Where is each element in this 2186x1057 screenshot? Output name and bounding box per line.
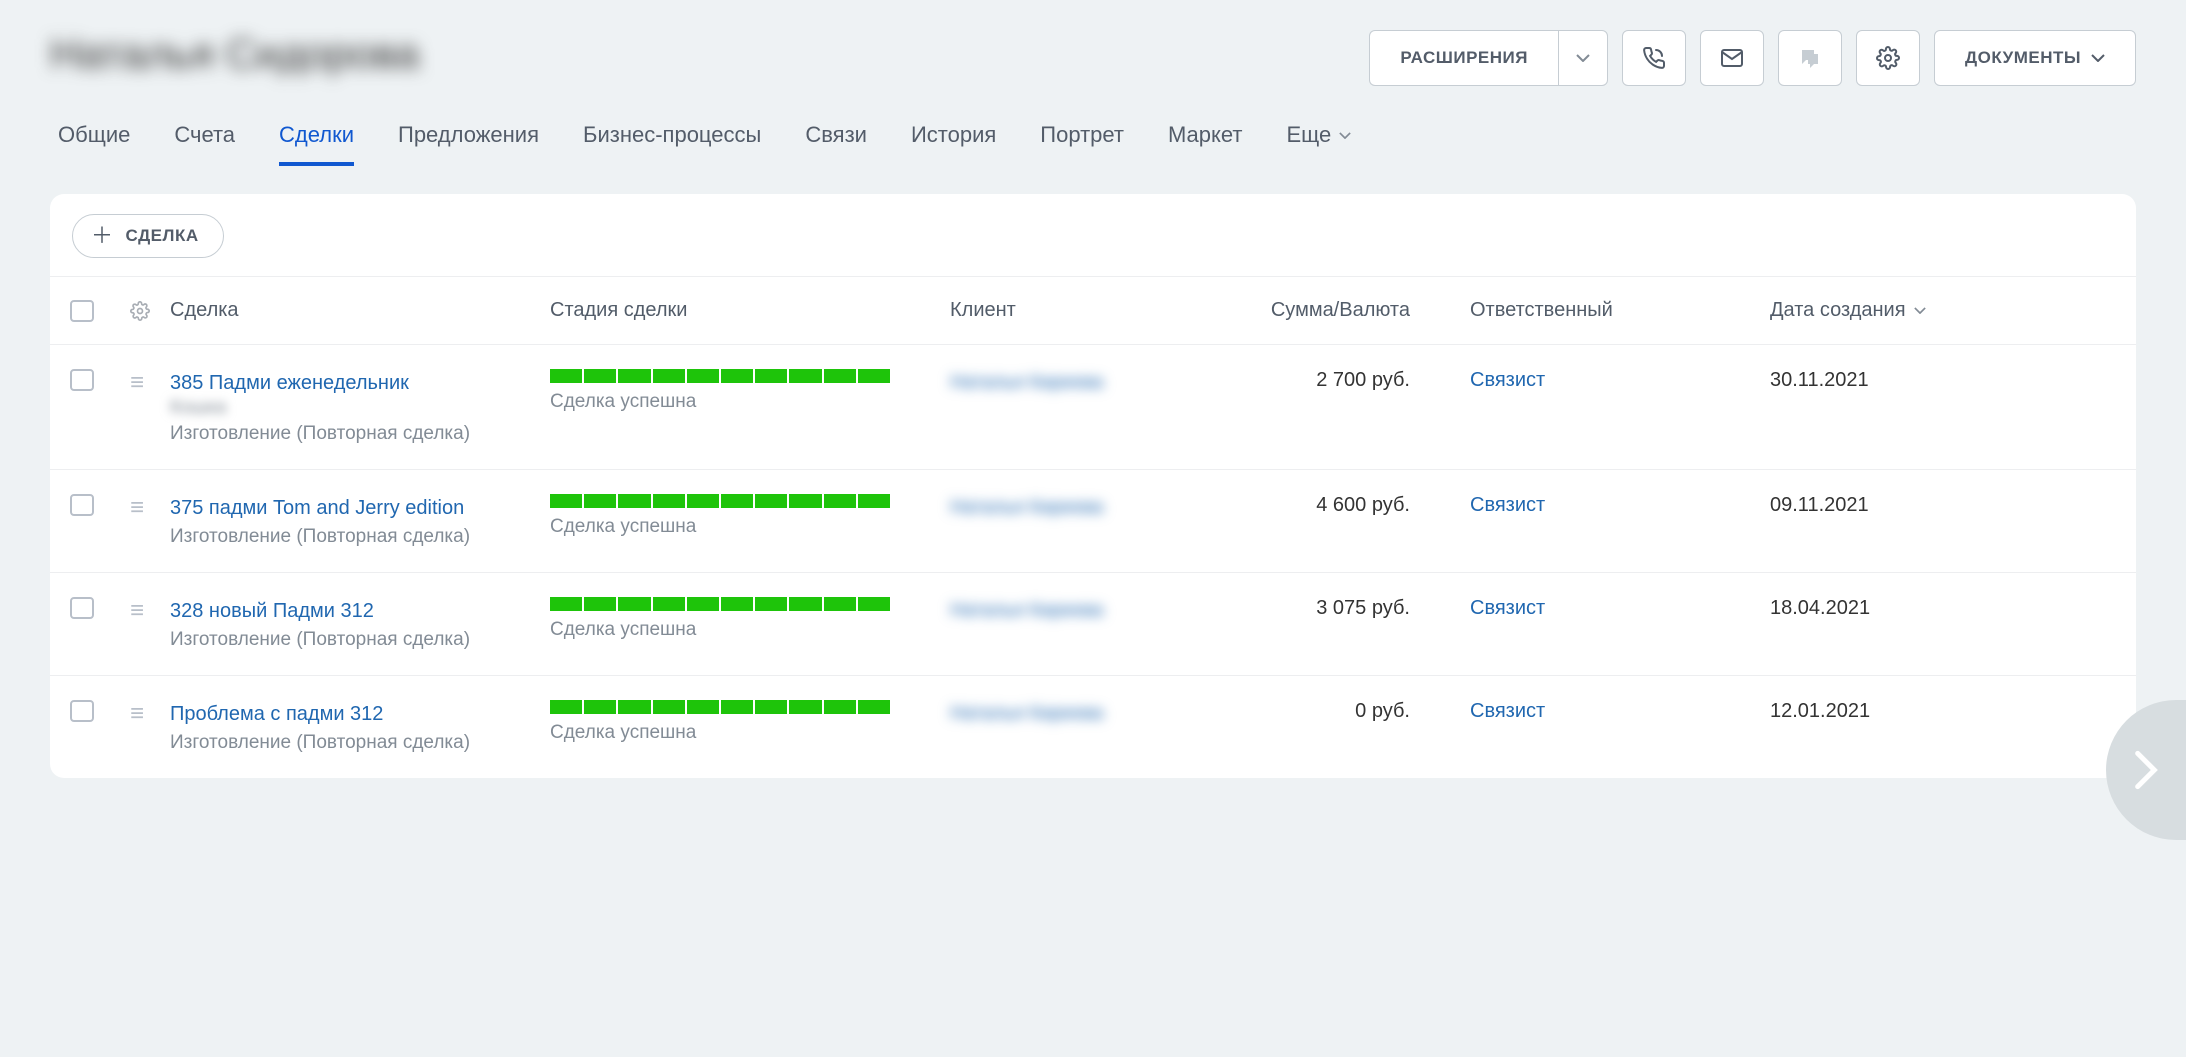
stage-progress[interactable] xyxy=(550,597,890,611)
row-checkbox[interactable] xyxy=(70,369,94,391)
tab-business-processes[interactable]: Бизнес-процессы xyxy=(583,122,761,166)
chat-icon xyxy=(1798,46,1822,70)
mail-icon xyxy=(1720,46,1744,70)
gear-icon xyxy=(1876,46,1900,70)
documents-button[interactable]: ДОКУМЕНТЫ xyxy=(1934,30,2136,86)
table-settings-button[interactable] xyxy=(130,301,170,321)
client-blurred[interactable]: Наталья Киреева xyxy=(950,597,1210,626)
tab-general[interactable]: Общие xyxy=(58,122,130,166)
stage-progress[interactable] xyxy=(550,700,890,714)
deal-amount: 4 600 руб. xyxy=(1210,494,1470,517)
add-deal-button[interactable]: ＋ СДЕЛКА xyxy=(72,214,224,258)
deal-subtitle: Изготовление (Повторная сделка) xyxy=(170,732,550,754)
col-responsible[interactable]: Ответственный xyxy=(1470,299,1770,322)
deal-subtitle: Изготовление (Повторная сделка) xyxy=(170,423,550,445)
deal-title-link[interactable]: 385 Падми еженедельник xyxy=(170,369,550,397)
call-button[interactable] xyxy=(1622,30,1686,86)
client-blurred[interactable]: Наталья Киреева xyxy=(950,494,1210,523)
tab-offers[interactable]: Предложения xyxy=(398,122,539,166)
chevron-down-icon xyxy=(1339,132,1351,139)
col-amount[interactable]: Сумма/Валюта xyxy=(1210,299,1470,322)
chat-button[interactable] xyxy=(1778,30,1842,86)
col-client[interactable]: Клиент xyxy=(950,299,1210,322)
row-checkbox[interactable] xyxy=(70,700,94,722)
deal-title-link[interactable]: 328 новый Падми 312 xyxy=(170,597,550,625)
header-actions: РАСШИРЕНИЯ ДОКУМЕНТЫ xyxy=(1369,30,2136,86)
responsible-link[interactable]: Связист xyxy=(1470,494,1770,517)
table-row: ≡ 375 падми Tom and Jerry edition Изгото… xyxy=(50,469,2136,572)
row-checkbox[interactable] xyxy=(70,494,94,516)
tab-invoices[interactable]: Счета xyxy=(174,122,235,166)
tab-more-label: Еще xyxy=(1286,122,1331,148)
deal-subtitle: Изготовление (Повторная сделка) xyxy=(170,526,550,548)
drag-handle-icon[interactable]: ≡ xyxy=(130,494,170,520)
client-blurred[interactable]: Наталья Киреева xyxy=(950,369,1210,398)
extensions-dropdown[interactable] xyxy=(1558,30,1608,86)
deal-amount: 0 руб. xyxy=(1210,700,1470,723)
deal-title-link[interactable]: 375 падми Tom and Jerry edition xyxy=(170,494,550,522)
deal-amount: 2 700 руб. xyxy=(1210,369,1470,392)
email-button[interactable] xyxy=(1700,30,1764,86)
select-all-checkbox[interactable] xyxy=(70,300,94,322)
table-row: ≡ 328 новый Падми 312 Изготовление (Повт… xyxy=(50,572,2136,675)
tab-deals[interactable]: Сделки xyxy=(279,122,354,166)
table-header: Сделка Стадия сделки Клиент Сумма/Валюта… xyxy=(50,276,2136,344)
tab-history[interactable]: История xyxy=(911,122,996,166)
client-blurred[interactable]: Наталья Киреева xyxy=(950,700,1210,729)
created-date: 18.04.2021 xyxy=(1770,597,2116,620)
drag-handle-icon[interactable]: ≡ xyxy=(130,597,170,623)
col-created[interactable]: Дата создания xyxy=(1770,299,2116,322)
deal-title-blurred: Кошка xyxy=(170,397,550,419)
documents-label: ДОКУМЕНТЫ xyxy=(1965,48,2081,68)
col-deal[interactable]: Сделка xyxy=(170,299,550,322)
responsible-link[interactable]: Связист xyxy=(1470,597,1770,620)
tab-portrait[interactable]: Портрет xyxy=(1040,122,1124,166)
table-row: ≡ 385 Падми еженедельник Кошка Изготовле… xyxy=(50,344,2136,469)
tab-links[interactable]: Связи xyxy=(805,122,867,166)
created-date: 09.11.2021 xyxy=(1770,494,2116,517)
stage-label: Сделка успешна xyxy=(550,391,950,413)
deals-panel: ＋ СДЕЛКА Сделка Стадия сделки Клиент Сум… xyxy=(50,194,2136,778)
tabs: Общие Счета Сделки Предложения Бизнес-пр… xyxy=(0,86,2186,166)
chevron-right-icon xyxy=(2133,750,2159,790)
settings-button[interactable] xyxy=(1856,30,1920,86)
chevron-down-icon xyxy=(1576,54,1590,62)
stage-label: Сделка успешна xyxy=(550,619,950,641)
drag-handle-icon[interactable]: ≡ xyxy=(130,369,170,395)
stage-label: Сделка успешна xyxy=(550,516,950,538)
created-date: 12.01.2021 xyxy=(1770,700,2116,723)
add-deal-label: СДЕЛКА xyxy=(126,226,199,246)
tab-market[interactable]: Маркет xyxy=(1168,122,1243,166)
phone-icon xyxy=(1642,46,1666,70)
deal-amount: 3 075 руб. xyxy=(1210,597,1470,620)
col-created-label: Дата создания xyxy=(1770,299,1906,322)
stage-progress[interactable] xyxy=(550,494,890,508)
drag-handle-icon[interactable]: ≡ xyxy=(130,700,170,726)
chevron-down-icon xyxy=(2091,54,2105,62)
page-title-blurred: Наталья Сидорова xyxy=(50,30,419,78)
plus-icon: ＋ xyxy=(91,225,114,247)
stage-progress[interactable] xyxy=(550,369,890,383)
tab-more[interactable]: Еще xyxy=(1286,122,1351,166)
responsible-link[interactable]: Связист xyxy=(1470,369,1770,392)
gear-icon xyxy=(130,301,170,321)
stage-label: Сделка успешна xyxy=(550,722,950,744)
extensions-button[interactable]: РАСШИРЕНИЯ xyxy=(1369,30,1558,86)
deal-title-link[interactable]: Проблема с падми 312 xyxy=(170,700,550,728)
table-row: ≡ Проблема с падми 312 Изготовление (Пов… xyxy=(50,675,2136,778)
created-date: 30.11.2021 xyxy=(1770,369,2116,392)
col-stage[interactable]: Стадия сделки xyxy=(550,299,950,322)
deal-subtitle: Изготовление (Повторная сделка) xyxy=(170,629,550,651)
row-checkbox[interactable] xyxy=(70,597,94,619)
chevron-down-icon xyxy=(1914,307,1926,314)
responsible-link[interactable]: Связист xyxy=(1470,700,1770,723)
